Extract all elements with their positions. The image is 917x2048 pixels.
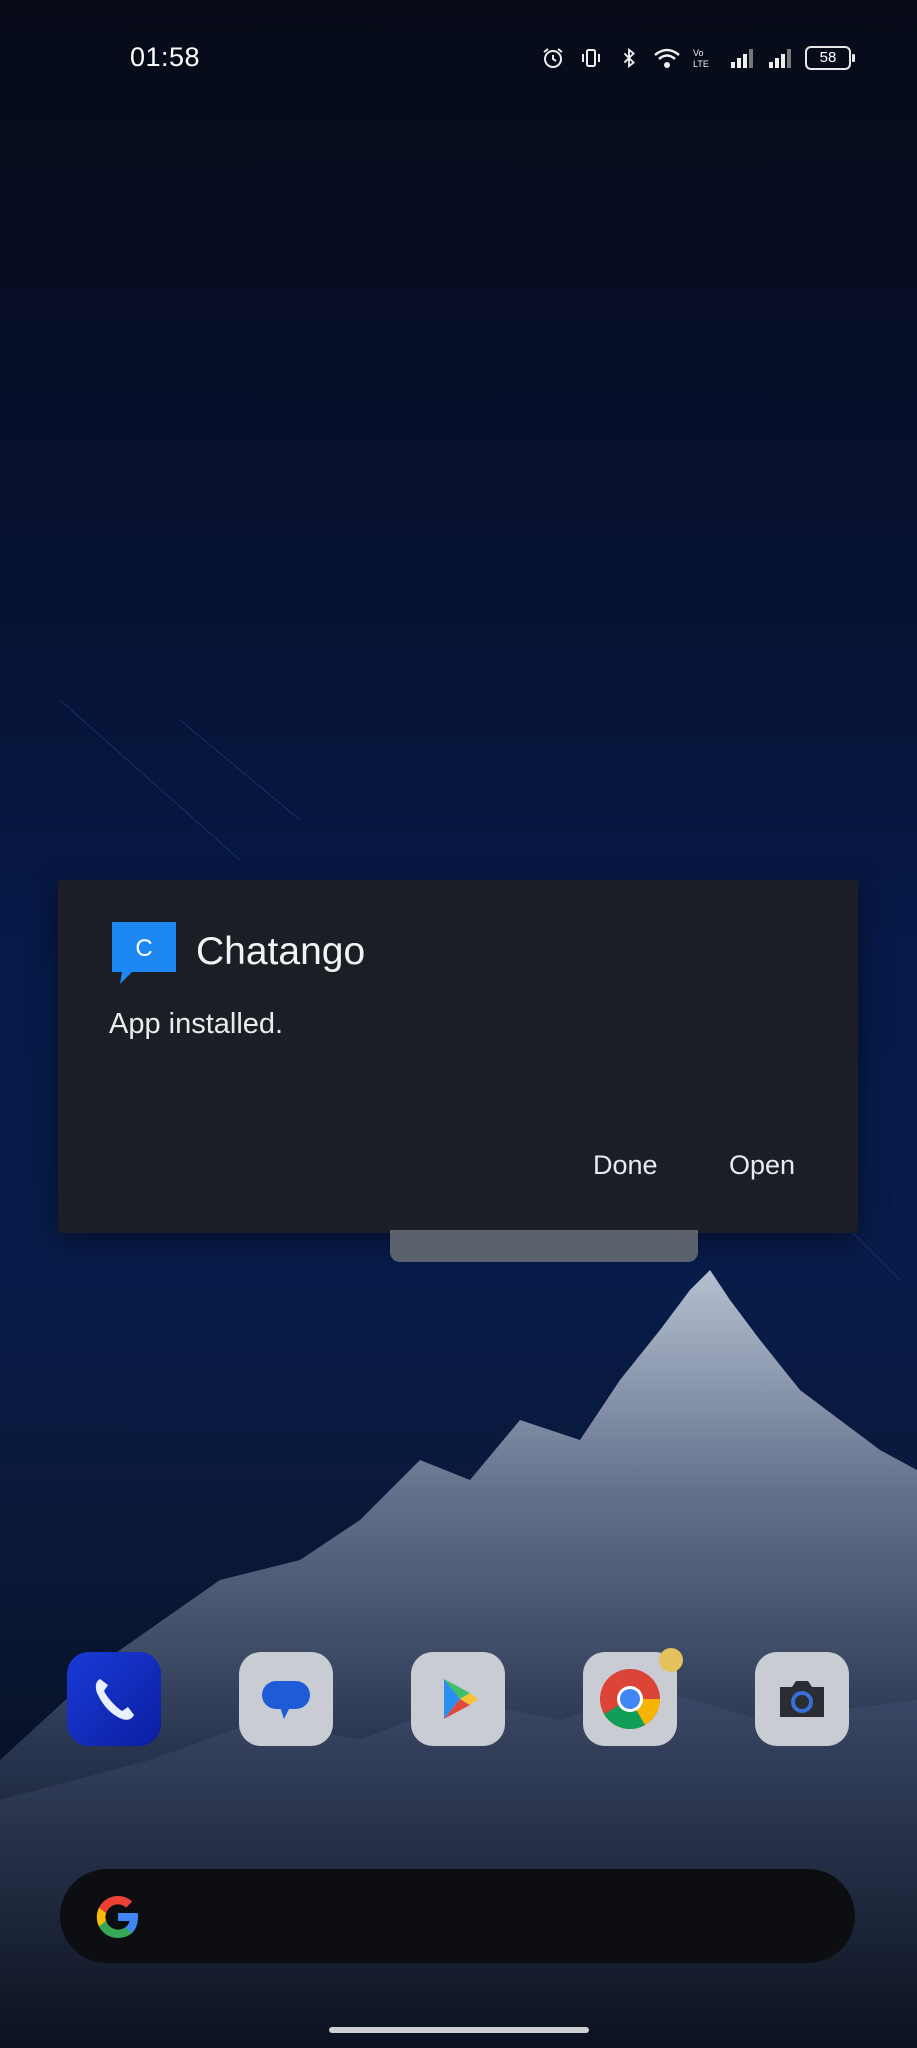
chatango-app-icon: C xyxy=(110,920,178,988)
battery-icon: 58 xyxy=(805,46,855,70)
volte-icon: Vo LTE xyxy=(691,44,719,72)
bluetooth-icon xyxy=(615,44,643,72)
app-icon-letter: C xyxy=(135,935,152,962)
background-card xyxy=(390,1230,698,1262)
open-button[interactable]: Open xyxy=(729,1150,795,1181)
play-store-icon xyxy=(444,1679,478,1719)
notification-badge xyxy=(659,1648,683,1672)
vibrate-icon xyxy=(577,44,605,72)
install-message: App installed. xyxy=(109,1008,284,1040)
google-icon xyxy=(96,1896,138,1938)
status-time: 01:58 xyxy=(130,42,201,72)
dock xyxy=(0,1648,917,1752)
signal-icon-2 xyxy=(767,44,795,72)
alarm-icon xyxy=(539,44,567,72)
phone-icon xyxy=(95,1679,134,1720)
messages-app[interactable] xyxy=(239,1652,333,1746)
status-icons: Vo LTE 58 xyxy=(539,44,855,72)
play-store-app[interactable] xyxy=(411,1652,505,1746)
signal-icon xyxy=(729,44,757,72)
app-name: Chatango xyxy=(196,930,366,973)
svg-text:LTE: LTE xyxy=(693,59,709,69)
camera-app[interactable] xyxy=(755,1652,849,1746)
phone-app[interactable] xyxy=(67,1652,161,1746)
home-indicator[interactable] xyxy=(329,2027,589,2033)
camera-icon xyxy=(780,1681,824,1717)
chrome-app[interactable] xyxy=(583,1648,683,1746)
messages-icon xyxy=(262,1681,310,1719)
google-search-bar[interactable] xyxy=(60,1869,855,1963)
svg-text:Vo: Vo xyxy=(693,48,704,58)
status-bar: 01:58 Vo LTE 58 xyxy=(0,0,917,120)
chrome-icon xyxy=(600,1669,660,1730)
done-button[interactable]: Done xyxy=(593,1150,658,1181)
wifi-icon xyxy=(653,44,681,72)
app-installed-dialog: C Chatango App installed. Done Open xyxy=(58,880,858,1233)
